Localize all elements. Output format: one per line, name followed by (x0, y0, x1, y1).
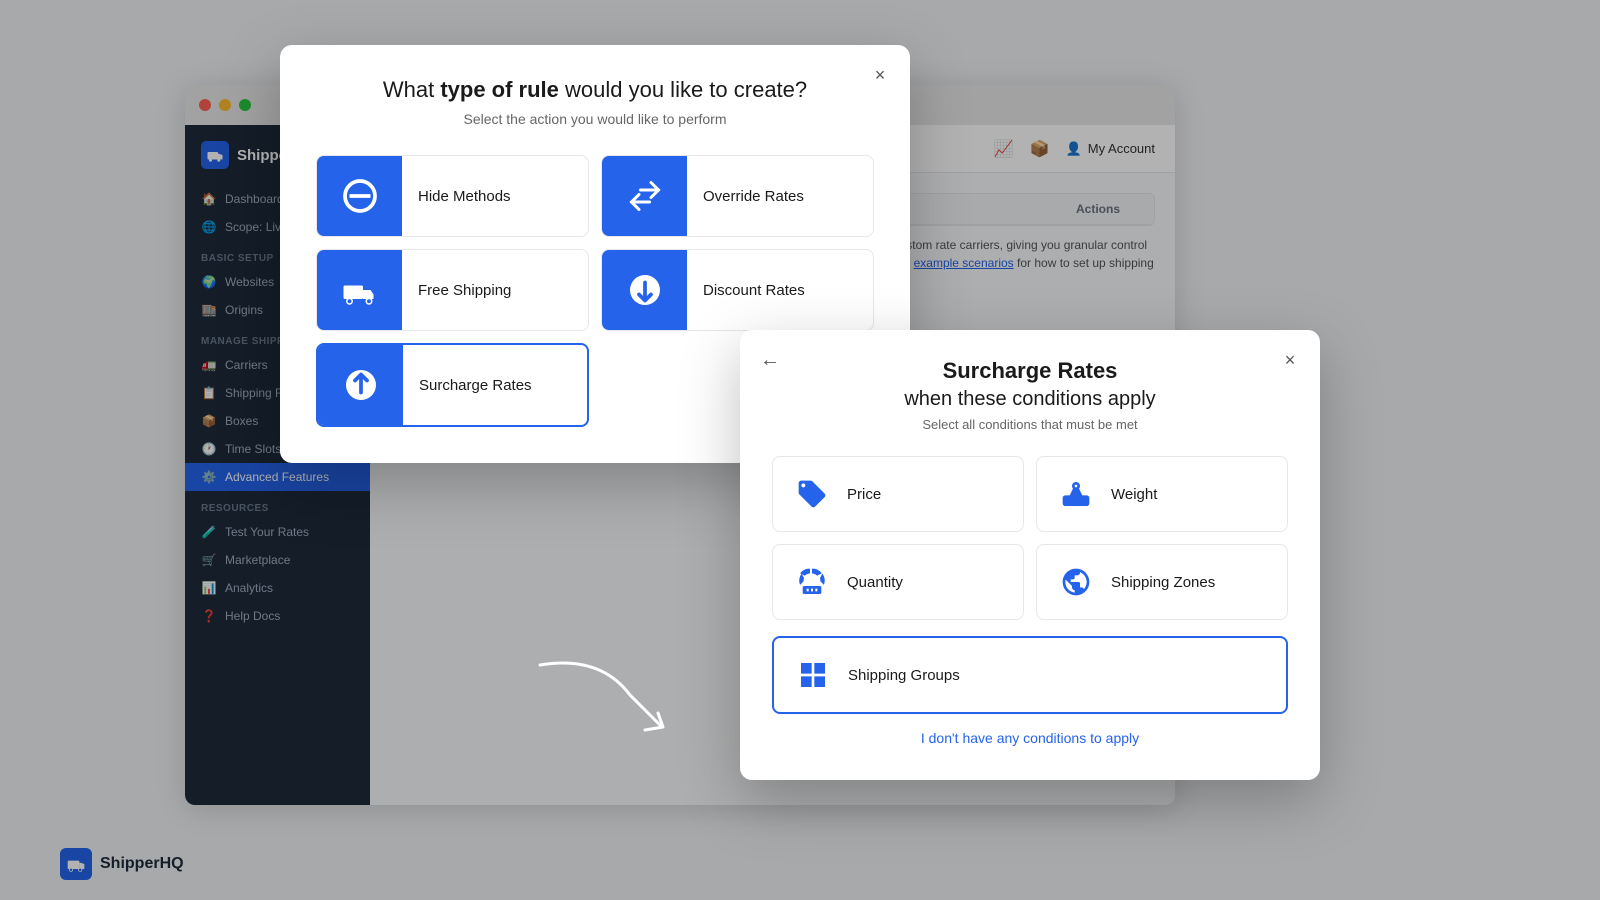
shipping-groups-label: Shipping Groups (848, 667, 960, 684)
quantity-label: Quantity (847, 574, 903, 591)
hide-methods-label: Hide Methods (418, 188, 523, 205)
rule-card-override-rates[interactable]: Override Rates (601, 155, 874, 237)
price-label: Price (847, 486, 881, 503)
modal2-back-button[interactable]: ← (756, 346, 784, 374)
modal1-title: What type of rule would you like to crea… (316, 77, 874, 103)
free-shipping-icon (317, 250, 402, 330)
modal2-title: Surcharge Rates (772, 358, 1288, 384)
shipping-zones-icon (1055, 561, 1097, 603)
discount-rates-icon (602, 250, 687, 330)
condition-card-shipping-groups[interactable]: Shipping Groups (772, 636, 1288, 714)
no-conditions-link[interactable]: I don't have any conditions to apply (921, 730, 1139, 746)
modal2-description: Select all conditions that must be met (772, 417, 1288, 432)
modal2-subtitle: when these conditions apply (772, 388, 1288, 411)
condition-card-shipping-zones[interactable]: Shipping Zones (1036, 544, 1288, 620)
weight-label: Weight (1111, 486, 1157, 503)
hide-methods-icon (317, 156, 402, 236)
condition-card-price[interactable]: Price (772, 456, 1024, 532)
condition-grid: Price Weight Quantity (772, 456, 1288, 620)
price-icon (791, 473, 833, 515)
rule-card-free-shipping[interactable]: Free Shipping (316, 249, 589, 331)
free-shipping-label: Free Shipping (418, 282, 523, 299)
weight-icon (1055, 473, 1097, 515)
rule-card-discount-rates[interactable]: Discount Rates (601, 249, 874, 331)
shipping-groups-icon (792, 654, 834, 696)
override-rates-label: Override Rates (703, 188, 816, 205)
modal2-close-button[interactable]: × (1276, 346, 1304, 374)
no-conditions-section: I don't have any conditions to apply (772, 730, 1288, 748)
modal1-subtitle: Select the action you would like to perf… (316, 111, 874, 127)
modal1-close-button[interactable]: × (866, 61, 894, 89)
override-rates-icon (602, 156, 687, 236)
modal-surcharge-conditions: ← × Surcharge Rates when these condition… (740, 330, 1320, 780)
discount-rates-label: Discount Rates (703, 282, 817, 299)
quantity-icon (791, 561, 833, 603)
surcharge-rates-icon (318, 345, 403, 425)
rule-card-surcharge-rates[interactable]: Surcharge Rates (316, 343, 589, 427)
rule-card-hide-methods[interactable]: Hide Methods (316, 155, 589, 237)
surcharge-rates-label: Surcharge Rates (419, 377, 544, 394)
condition-card-quantity[interactable]: Quantity (772, 544, 1024, 620)
shipping-zones-label: Shipping Zones (1111, 574, 1215, 591)
condition-card-weight[interactable]: Weight (1036, 456, 1288, 532)
